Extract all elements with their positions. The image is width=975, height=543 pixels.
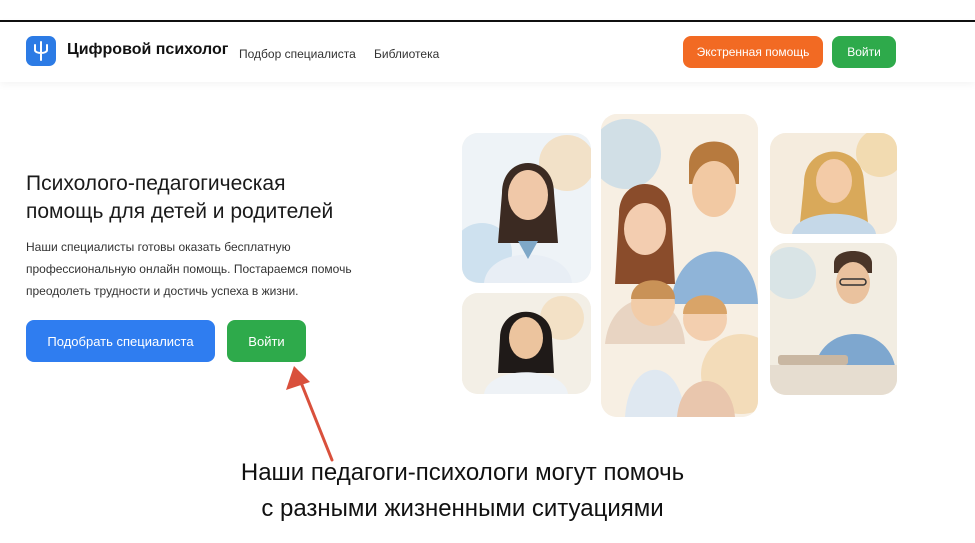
top-border (0, 0, 975, 22)
login-button-hero[interactable]: Войти (227, 320, 306, 362)
woman-portrait-image (462, 293, 591, 394)
emergency-help-button[interactable]: Экстренная помощь (683, 36, 823, 68)
nav-find-specialist[interactable]: Подбор специалиста (239, 47, 356, 61)
photo-woman-psychologist (462, 133, 591, 283)
photo-family (601, 114, 758, 417)
hero-description: Наши специалисты готовы оказать бесплатн… (26, 236, 396, 302)
hero-title-line2: помощь для детей и родителей (26, 200, 334, 223)
hero-title-line1: Психолого-педагогическая (26, 172, 286, 195)
photo-blonde-psychologist (770, 133, 897, 234)
family-portrait-image (601, 114, 758, 417)
caption-line2: с разными жизненными ситуациями (261, 495, 664, 522)
photo-asian-psychologist (462, 293, 591, 394)
photo-man-psychologist (770, 243, 897, 395)
woman-portrait-image (770, 133, 897, 234)
man-portrait-image (770, 243, 897, 395)
find-specialist-button[interactable]: Подобрать специалиста (26, 320, 215, 362)
nav-library[interactable]: Библиотека (374, 47, 439, 61)
psi-icon (34, 41, 48, 61)
hero-text-line3: преодолеть трудности и достичь успеха в … (26, 284, 299, 298)
navbar: Цифровой психолог Подбор специалиста Биб… (0, 22, 975, 82)
hero-text-line2: профессиональную онлайн помощь. Постарае… (26, 262, 352, 276)
login-button-nav[interactable]: Войти (832, 36, 896, 68)
hero-title: Психолого-педагогическая помощь для дете… (26, 170, 406, 226)
video-caption: Наши педагоги-психологи могут помочь с р… (0, 455, 925, 527)
woman-portrait-image (462, 133, 591, 283)
annotation-arrow-icon (286, 366, 334, 462)
caption-line1: Наши педагоги-психологи могут помочь (240, 459, 685, 486)
hero-text-line1: Наши специалисты готовы оказать бесплатн… (26, 240, 291, 254)
psi-logo-icon[interactable] (26, 36, 56, 66)
brand-name[interactable]: Цифровой психолог (67, 41, 228, 59)
